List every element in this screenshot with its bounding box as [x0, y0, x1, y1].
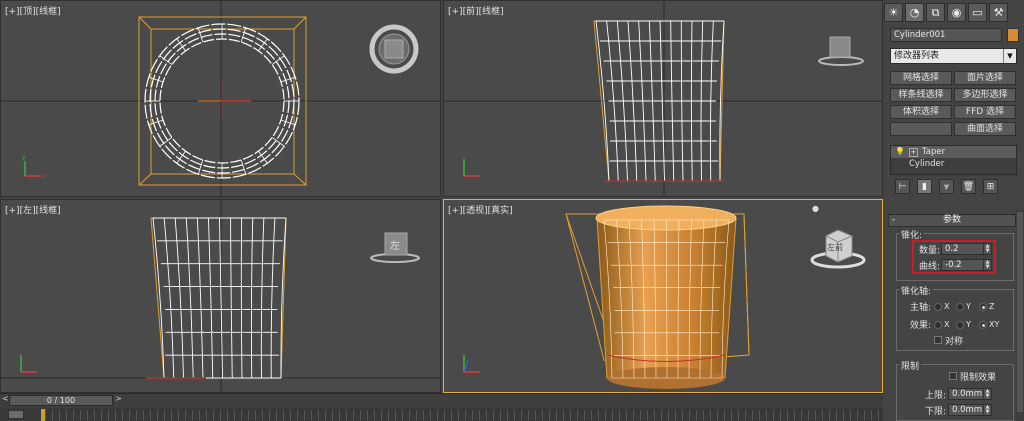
panel-scrollbar-thumb[interactable] [1017, 212, 1023, 412]
chevron-down-icon[interactable]: ▼ [1003, 49, 1016, 63]
viewport-top-label[interactable]: [+][顶][线框] [5, 4, 61, 17]
params-rollout-title: 参数 [942, 215, 961, 225]
viewcube-perspective-face: 左前 [827, 243, 843, 252]
object-color-swatch[interactable] [1007, 28, 1019, 42]
configure-sets-icon[interactable]: ⊞ [983, 179, 998, 194]
effect-label: 效果: [910, 321, 932, 331]
time-next-button[interactable]: > [115, 394, 122, 403]
modifier-list-label: 修改器列表 [894, 51, 940, 61]
stack-item-cylinder[interactable]: Cylinder [891, 158, 1016, 170]
time-prev-button[interactable]: < [2, 394, 9, 403]
stack-item-cylinder-label: Cylinder [909, 159, 945, 169]
viewport-top[interactable]: y x [+][顶][线框] [0, 0, 441, 197]
taper-axis-group-title: 锥化轴: [899, 284, 934, 297]
empty-modifier-button[interactable] [890, 122, 952, 136]
track-bar-start-marker [41, 409, 45, 421]
effect-xy-radio[interactable] [979, 321, 987, 329]
viewport-front-label[interactable]: [+][前][线框] [448, 4, 504, 17]
time-slider-bar [0, 393, 883, 408]
viewport-left[interactable]: [+][左][线框] 左 [0, 199, 441, 393]
limit-effect-label: 限制效果 [960, 373, 997, 383]
symmetry-label: 对称 [945, 337, 964, 347]
modifier-list-dropdown[interactable]: 修改器列表 ▼ [890, 48, 1017, 64]
highlight-box [912, 240, 996, 274]
motion-tab-icon[interactable]: ◉ [947, 3, 966, 22]
viewport-perspective-label[interactable]: [+][透视][真实] [448, 203, 513, 216]
viewcube-perspective-icon[interactable]: 左前 [808, 222, 868, 272]
surface-select-button[interactable]: 曲面选择 [954, 122, 1016, 136]
create-tab-icon[interactable]: ☀ [884, 3, 903, 22]
lower-limit-spinner[interactable]: 0.0mm ▲ ▼ [948, 404, 992, 416]
ffd-select-button[interactable]: FFD 选择 [954, 105, 1016, 119]
show-end-result-icon[interactable]: ▮ [917, 179, 932, 194]
effect-x-label: X [944, 320, 950, 329]
volume-select-button[interactable]: 体积选择 [890, 105, 952, 119]
command-panel-tabs: ☀ ◔ ⧉ ◉ ▭ ⚒ [884, 3, 1008, 22]
stack-toolbar: ⊢ ▮ ⩔ 🗑 ⊞ [895, 179, 1015, 195]
viewport-left-label[interactable]: [+][左][线框] [5, 203, 61, 216]
svg-text:x: x [42, 173, 46, 180]
make-unique-icon[interactable]: ⩔ [939, 179, 954, 194]
expand-icon[interactable]: + [908, 147, 918, 157]
params-rollout-header[interactable]: - 参数 [888, 214, 1016, 227]
primary-z-label: Z [989, 302, 995, 311]
limits-group-title: 限制 [899, 359, 922, 372]
viewport-perspective[interactable]: [+][透视][真实] 左前 ● [443, 199, 883, 393]
primary-x-label: X [944, 302, 950, 311]
lower-limit-value: 0.0mm [952, 405, 983, 415]
stack-item-taper-label: Taper [921, 147, 946, 157]
limit-effect-checkbox[interactable] [949, 372, 957, 380]
upper-limit-spinner[interactable]: 0.0mm ▲ ▼ [948, 388, 992, 400]
spline-select-button[interactable]: 样条线选择 [890, 88, 952, 102]
primary-z-radio[interactable] [979, 303, 987, 311]
hierarchy-tab-icon[interactable]: ⧉ [926, 3, 945, 22]
utilities-tab-icon[interactable]: ⚒ [989, 3, 1008, 22]
bulb-icon[interactable]: 💡 [895, 146, 905, 158]
modifier-stack: 💡 + Taper Cylinder [890, 145, 1017, 175]
viewcube-left-icon[interactable]: 左 [367, 228, 423, 266]
viewcube-front-icon[interactable] [816, 31, 866, 71]
spinner-arrows-icon[interactable]: ▲ ▼ [983, 405, 991, 415]
stack-item-taper[interactable]: 💡 + Taper [891, 146, 1016, 158]
modify-tab-icon[interactable]: ◔ [905, 3, 924, 22]
upper-limit-value: 0.0mm [952, 389, 983, 399]
symmetry-checkbox[interactable] [934, 336, 942, 344]
pin-stack-icon[interactable]: ⊢ [895, 179, 910, 194]
svg-text:y: y [22, 154, 26, 161]
effect-y-radio[interactable] [956, 321, 964, 329]
viewport-front[interactable]: [+][前][线框] [443, 0, 883, 197]
mesh-select-button[interactable]: 网格选择 [890, 71, 952, 85]
display-tab-icon[interactable]: ▭ [968, 3, 987, 22]
mini-curve-editor-icon[interactable] [8, 410, 24, 419]
viewcube-left-face: 左 [390, 241, 400, 252]
time-slider[interactable]: 0 / 100 [9, 395, 113, 406]
object-name-field[interactable]: Cylinder001 [890, 28, 1002, 42]
light-icon: ● [812, 204, 819, 213]
viewcube-top-icon[interactable] [365, 19, 425, 79]
upper-limit-label: 上限: [925, 391, 947, 401]
spinner-arrows-icon[interactable]: ▲ ▼ [983, 389, 991, 399]
remove-modifier-icon[interactable]: 🗑 [961, 179, 976, 194]
effect-x-radio[interactable] [934, 321, 942, 329]
effect-xy-label: XY [989, 320, 1000, 329]
lower-limit-label: 下限: [925, 407, 947, 417]
primary-x-radio[interactable] [934, 303, 942, 311]
poly-select-button[interactable]: 多边形选择 [954, 88, 1016, 102]
primary-axis-label: 主轴: [910, 303, 932, 313]
primary-y-label: Y [966, 302, 971, 311]
time-slider-frame: 0 / 100 [46, 396, 76, 405]
patch-select-button[interactable]: 面片选择 [954, 71, 1016, 85]
effect-y-label: Y [966, 320, 971, 329]
track-bar-ticks [45, 410, 883, 420]
primary-y-radio[interactable] [956, 303, 964, 311]
